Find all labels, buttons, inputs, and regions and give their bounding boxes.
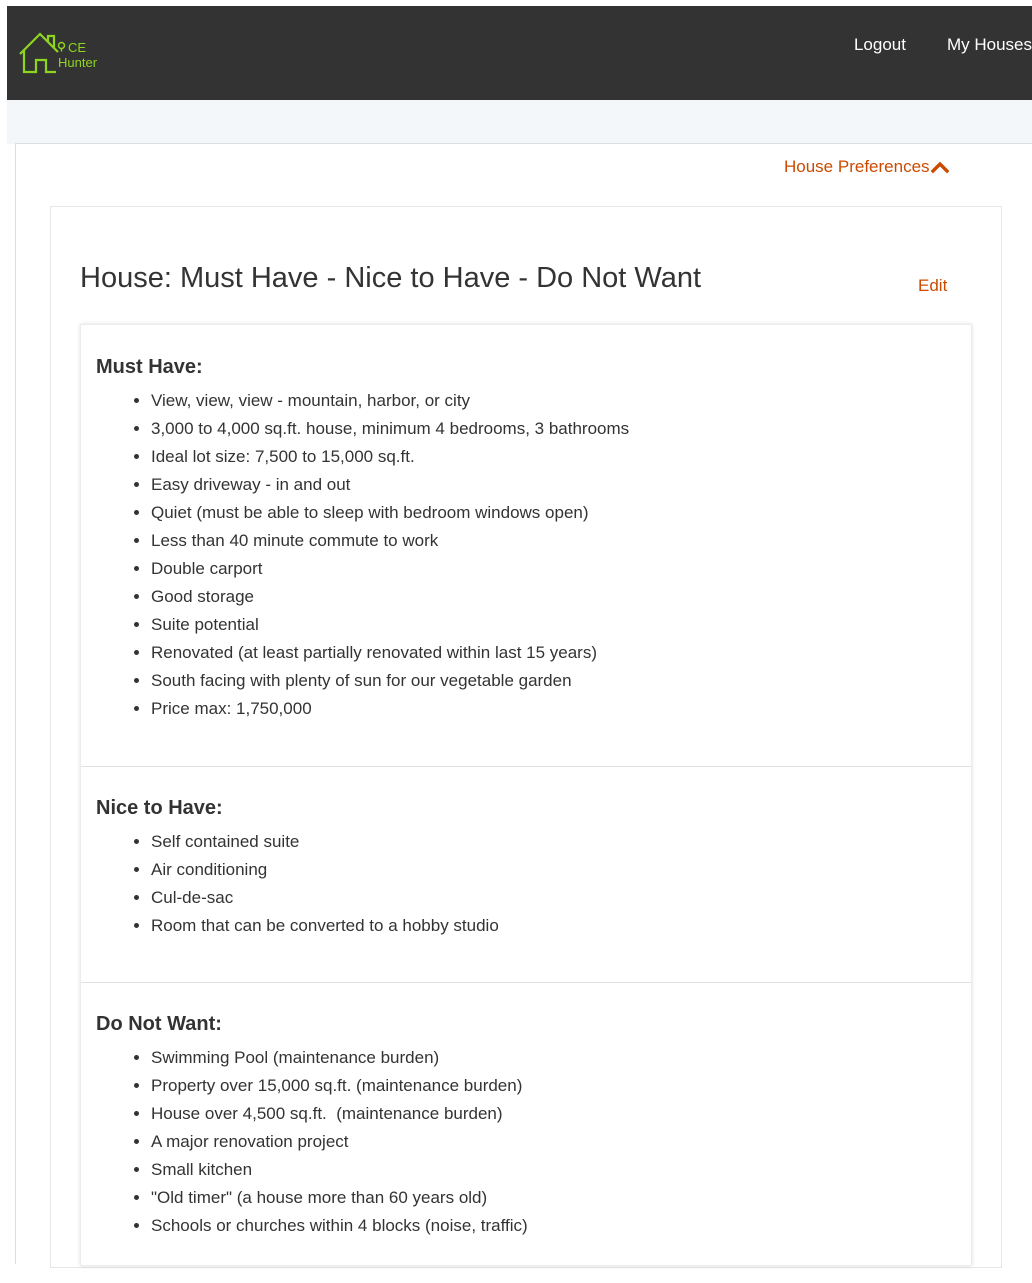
nice-to-have-heading: Nice to Have: [96, 797, 223, 819]
must-have-heading: Must Have: [96, 356, 203, 378]
list-item: Cul-de-sac [151, 884, 499, 912]
must-have-list: View, view, view - mountain, harbor, or … [81, 387, 629, 723]
subheader-band [7, 100, 1032, 144]
must-have-section: Must Have: View, view, view - mountain, … [81, 325, 971, 767]
list-item: Air conditioning [151, 856, 499, 884]
list-item: Room that can be converted to a hobby st… [151, 912, 499, 940]
list-item: Easy driveway - in and out [151, 471, 629, 499]
list-item: Suite potential [151, 611, 629, 639]
list-item: Renovated (at least partially renovated … [151, 639, 629, 667]
page-title: House: Must Have - Nice to Have - Do Not… [80, 262, 702, 294]
logout-link[interactable]: Logout [854, 35, 906, 55]
list-item: Small kitchen [151, 1156, 528, 1184]
nav-links: Logout My Houses [813, 30, 1032, 60]
ace-hunter-logo[interactable]: CE Hunter [18, 26, 118, 82]
list-item: 3,000 to 4,000 sq.ft. house, minimum 4 b… [151, 415, 629, 443]
my-houses-link[interactable]: My Houses [947, 35, 1032, 55]
house-preferences-label: House Preferences [784, 157, 930, 176]
nice-to-have-section: Nice to Have: Self contained suite Air c… [81, 767, 971, 983]
list-item: Double carport [151, 555, 629, 583]
list-item: Good storage [151, 583, 629, 611]
list-item: Less than 40 minute commute to work [151, 527, 629, 555]
list-item: Schools or churches within 4 blocks (noi… [151, 1212, 528, 1240]
nice-to-have-list: Self contained suite Air conditioning Cu… [81, 828, 499, 940]
list-item: House over 4,500 sq.ft. (maintenance bur… [151, 1100, 528, 1128]
logo-text: CE Hunter [58, 40, 97, 70]
list-item: "Old timer" (a house more than 60 years … [151, 1184, 528, 1212]
list-item: Self contained suite [151, 828, 499, 856]
list-item: Swimming Pool (maintenance burden) [151, 1044, 528, 1072]
logo-text-line1: CE [68, 40, 87, 55]
list-item: A major renovation project [151, 1128, 528, 1156]
list-item: Property over 15,000 sq.ft. (maintenance… [151, 1072, 528, 1100]
do-not-want-list: Swimming Pool (maintenance burden) Prope… [81, 1044, 528, 1240]
preferences-card: Must Have: View, view, view - mountain, … [80, 324, 972, 1266]
list-item: View, view, view - mountain, harbor, or … [151, 387, 629, 415]
list-item: South facing with plenty of sun for our … [151, 667, 629, 695]
edit-link[interactable]: Edit [918, 276, 947, 296]
do-not-want-heading: Do Not Want: [96, 1013, 222, 1035]
list-item: Quiet (must be able to sleep with bedroo… [151, 499, 629, 527]
chevron-up-icon [930, 161, 949, 174]
list-item: Ideal lot size: 7,500 to 15,000 sq.ft. [151, 443, 629, 471]
do-not-want-section: Do Not Want: Swimming Pool (maintenance … [81, 983, 971, 1283]
top-navbar: CE Hunter Logout My Houses [7, 6, 1032, 100]
list-item: Price max: 1,750,000 [151, 695, 629, 723]
logo-text-line2: Hunter [58, 55, 98, 70]
house-preferences-toggle[interactable]: House Preferences [784, 157, 949, 177]
